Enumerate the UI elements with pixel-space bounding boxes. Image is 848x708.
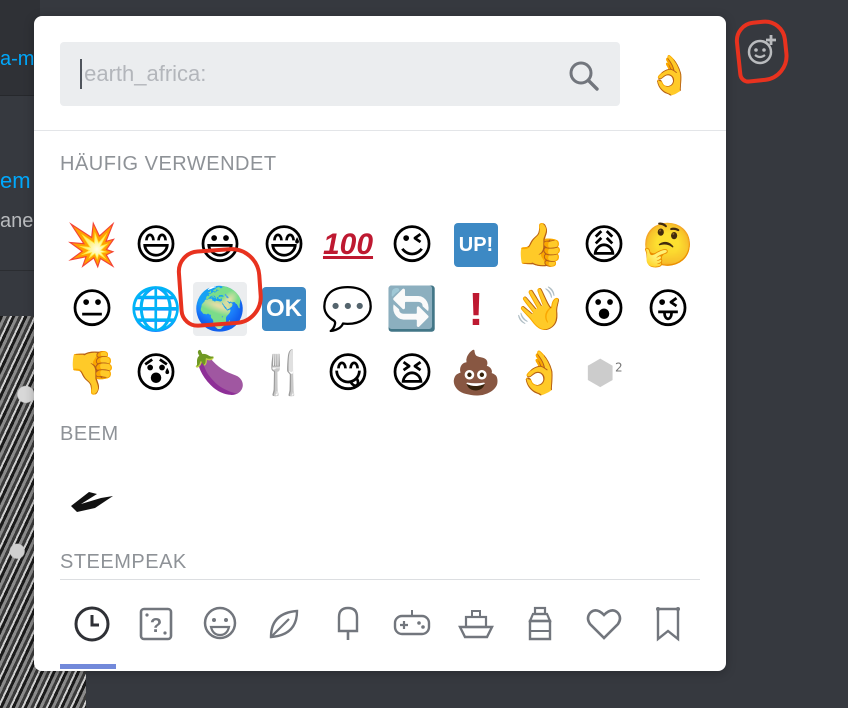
custom-emoji-icon: ?	[139, 607, 173, 641]
tab-objects[interactable]	[508, 596, 572, 652]
category-title-frequent: HÄUFIG VERWENDET	[60, 153, 277, 175]
emoji-earth-africa[interactable]: 🌍	[188, 277, 252, 341]
emoji-poop[interactable]: 💩	[444, 341, 508, 405]
emoji-grid-frequent: 💥 😄 😃 😅 100 😉 UP! 👍 😩 🤔 😐 🌐 🌍 OK 💬 🔄 ! 👋…	[60, 213, 700, 405]
emoji-globe-meridians[interactable]: 🌐	[124, 277, 188, 341]
text-caret	[80, 59, 82, 89]
diversity-selector-button[interactable]: 👌	[646, 52, 694, 100]
active-tab-indicator	[60, 664, 116, 669]
heart-icon	[586, 609, 622, 640]
emoji-up[interactable]: UP!	[444, 213, 508, 277]
emoji-weary[interactable]: 😩	[572, 213, 636, 277]
tab-recent[interactable]	[60, 596, 124, 652]
tab-food[interactable]	[316, 596, 380, 652]
emoji-100[interactable]: 100	[316, 213, 380, 277]
emoji-stuck-out-tongue-winking-eye[interactable]: 😜	[636, 277, 700, 341]
emoji-smiley[interactable]: 😃	[188, 213, 252, 277]
emoji-sweat-smile[interactable]: 😅	[252, 213, 316, 277]
category-title-beem: BEEM	[60, 423, 119, 445]
emoji-speech-balloon[interactable]: 💬	[316, 277, 380, 341]
emoji-open-mouth[interactable]: 😮	[572, 277, 636, 341]
category-tabs: ?	[60, 596, 700, 652]
emoji-fork-and-knife[interactable]: 🍴	[252, 341, 316, 405]
tab-custom[interactable]: ?	[124, 596, 188, 652]
emoji-picker: 👌 HÄUFIG VERWENDET 💥 😄 😃 😅 100 😉 UP! 👍 😩…	[34, 16, 726, 671]
flag-icon	[656, 607, 680, 642]
emoji-collision[interactable]: 💥	[60, 213, 124, 277]
tab-people[interactable]	[188, 596, 252, 652]
tab-nature[interactable]	[252, 596, 316, 652]
emoji-cold-sweat[interactable]: 😰	[124, 341, 188, 405]
tab-symbols[interactable]	[572, 596, 636, 652]
emoji-ok[interactable]: OK	[252, 277, 316, 341]
footer-divider	[60, 579, 700, 580]
emoji-thumbsup[interactable]: 👍	[508, 213, 572, 277]
category-title-steempeak: STEEMPEAK	[60, 551, 187, 573]
beem-logo-icon	[71, 492, 113, 512]
add-reaction-button[interactable]	[732, 17, 792, 85]
emoji-yum[interactable]: 😋	[316, 341, 380, 405]
emoji-list[interactable]: HÄUFIG VERWENDET 💥 😄 😃 😅 100 😉 UP! 👍 😩 🤔…	[34, 131, 726, 581]
search-input[interactable]	[78, 56, 548, 92]
lamp-icon	[528, 606, 552, 641]
emoji-ok-hand[interactable]: 👌	[508, 341, 572, 405]
emoji-tired-face[interactable]: 😫	[380, 341, 444, 405]
emoji-grid-beem	[60, 469, 700, 533]
tab-activity[interactable]	[380, 596, 444, 652]
search-icon[interactable]	[568, 60, 600, 92]
tab-flags[interactable]	[636, 596, 700, 652]
ship-icon	[458, 610, 494, 639]
smiley-icon	[203, 606, 237, 640]
emoji-beem-logo[interactable]	[60, 469, 124, 533]
annotation-circle	[732, 17, 792, 85]
emoji-thumbsdown[interactable]: 👎	[60, 341, 124, 405]
emoji-thinking[interactable]: 🤔	[636, 213, 700, 277]
emoji-eggplant[interactable]: 🍆	[188, 341, 252, 405]
emoji-exclamation[interactable]: !	[444, 277, 508, 341]
emoji-arrows-counterclockwise[interactable]: 🔄	[380, 277, 444, 341]
emoji-wink[interactable]: 😉	[380, 213, 444, 277]
gamepad-icon	[393, 610, 431, 636]
ok-hand-icon: 👌	[646, 55, 694, 97]
emoji-smile[interactable]: 😄	[124, 213, 188, 277]
emoji-wave[interactable]: 👋	[508, 277, 572, 341]
search-box	[60, 42, 620, 106]
emoji-steempeak-custom[interactable]: ⬢2	[572, 341, 636, 405]
leaf-icon	[269, 609, 299, 639]
tab-travel[interactable]	[444, 596, 508, 652]
emoji-neutral-face[interactable]: 😐	[60, 277, 124, 341]
clock-icon	[74, 606, 110, 642]
popsicle-icon	[337, 606, 359, 640]
svg-text:?: ?	[150, 615, 162, 637]
